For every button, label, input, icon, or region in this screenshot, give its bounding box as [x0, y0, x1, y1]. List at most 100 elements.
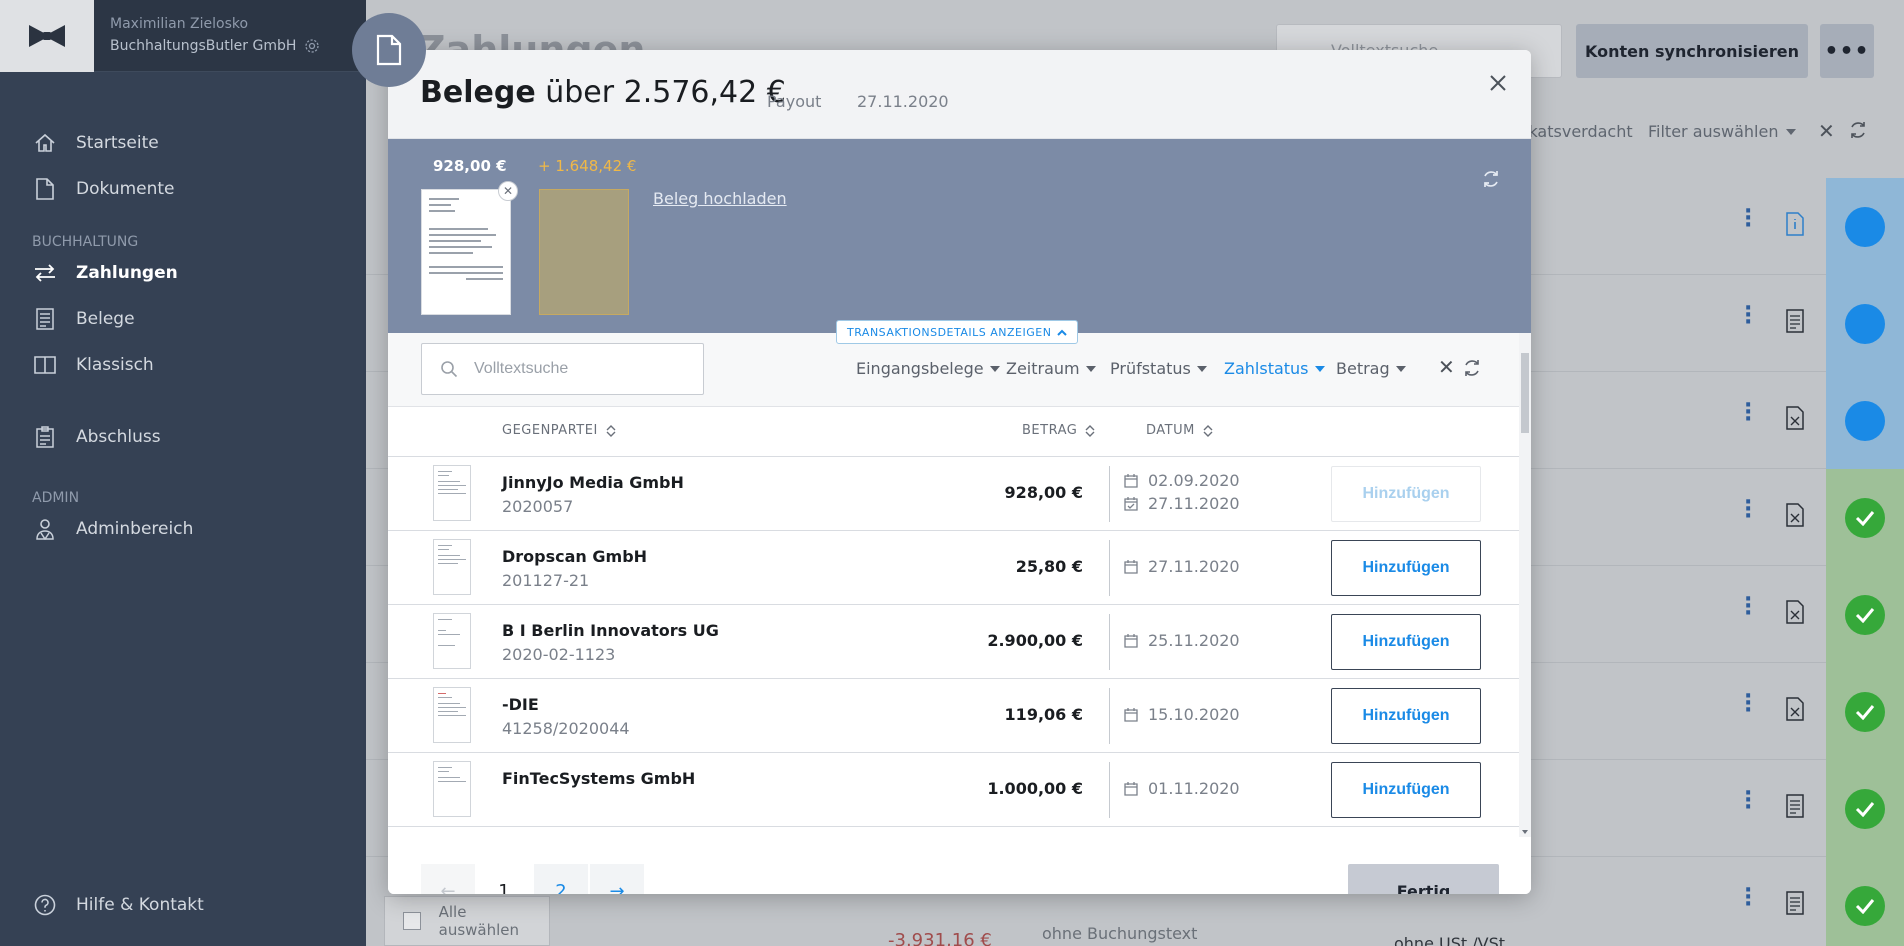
- page-2[interactable]: 2: [534, 864, 588, 894]
- search-input[interactable]: [474, 360, 674, 378]
- column-label: DATUM: [1146, 423, 1195, 438]
- row-menu-icon[interactable]: · · ·: [1744, 686, 1752, 722]
- prev-page-button[interactable]: ←: [421, 864, 475, 894]
- receipt-icon[interactable]: [1786, 309, 1804, 333]
- divider: [1109, 466, 1110, 522]
- sidebar-item-abschluss[interactable]: Abschluss: [0, 414, 366, 460]
- gear-icon[interactable]: [304, 38, 320, 54]
- transaction-details-toggle[interactable]: TRANSAKTIONSDETAILS ANZEIGEN: [836, 320, 1079, 344]
- filter-duplicate-suspicion[interactable]: ikatsverdacht: [1524, 122, 1633, 141]
- document-missing-icon[interactable]: [1786, 503, 1804, 527]
- sidebar-item-belege[interactable]: Belege: [0, 296, 366, 342]
- scrollbar[interactable]: [1519, 333, 1531, 837]
- calendar-check-icon: [1124, 496, 1138, 511]
- row-menu-icon[interactable]: · · ·: [1744, 201, 1752, 237]
- document-fab-button[interactable]: [352, 13, 426, 87]
- document-icon: [376, 34, 402, 66]
- search-input-box[interactable]: [421, 343, 704, 395]
- table-row[interactable]: B I Berlin Innovators UG 2020-02-1123 2.…: [388, 605, 1519, 679]
- add-receipt-button[interactable]: Hinzufügen: [1331, 762, 1481, 818]
- document-missing-icon[interactable]: [1786, 406, 1804, 430]
- table-row[interactable]: -DIE 41258/2020044 119,06 € 15.10.2020 H…: [388, 679, 1519, 753]
- row-menu-icon[interactable]: · · ·: [1744, 492, 1752, 528]
- row-menu-icon[interactable]: · · ·: [1744, 395, 1752, 431]
- receipt-thumbnail[interactable]: [433, 539, 471, 595]
- date-text: 01.11.2020: [1148, 779, 1240, 798]
- status-cell: [1826, 275, 1904, 372]
- scroll-down-icon[interactable]: [1522, 830, 1528, 834]
- checkmark-icon: [1845, 788, 1885, 829]
- row-menu-icon[interactable]: · · ·: [1744, 880, 1752, 916]
- refresh-icon[interactable]: [1462, 358, 1482, 378]
- checkbox[interactable]: [403, 912, 421, 930]
- document-missing-icon[interactable]: [1786, 697, 1804, 721]
- receipt-thumbnail[interactable]: [433, 465, 471, 521]
- receipt-thumbnail[interactable]: [433, 613, 471, 669]
- receipt-date: 25.11.2020: [1124, 631, 1240, 650]
- page-1[interactable]: 1: [477, 864, 531, 895]
- select-all-checkbox[interactable]: Alle auswählen: [384, 896, 550, 946]
- close-icon[interactable]: [1483, 68, 1513, 98]
- column-counterparty[interactable]: GEGENPARTEI: [502, 423, 616, 438]
- table-row[interactable]: FinTecSystems GmbH 1.000,00 € 01.11.2020…: [388, 753, 1519, 827]
- bowtie-logo-icon[interactable]: [0, 0, 94, 72]
- filter-label: Zeitraum: [1006, 359, 1080, 378]
- more-options-button[interactable]: •••: [1820, 24, 1874, 78]
- divider: [1109, 688, 1110, 744]
- row-menu-icon[interactable]: · · ·: [1744, 298, 1752, 334]
- receipt-thumbnail[interactable]: [433, 761, 471, 817]
- table-row[interactable]: Dropscan GmbH 201127-21 25,80 € 27.11.20…: [388, 531, 1519, 605]
- clear-filter-icon[interactable]: ✕: [1818, 119, 1835, 143]
- receipt-date: 15.10.2020: [1124, 705, 1240, 724]
- filter-eingangsbelege[interactable]: Eingangsbelege: [856, 359, 1000, 378]
- upload-receipt-link[interactable]: Beleg hochladen: [653, 189, 787, 208]
- company-name: BuchhaltungsButler GmbH: [110, 38, 297, 54]
- sidebar-item-zahlungen[interactable]: Zahlungen: [0, 250, 366, 296]
- column-amount[interactable]: BETRAG: [1022, 423, 1095, 438]
- add-receipt-button[interactable]: Hinzufügen: [1331, 466, 1481, 522]
- clear-filters-icon[interactable]: ✕: [1438, 355, 1455, 379]
- sidebar-item-dokumente[interactable]: Dokumente: [0, 166, 366, 212]
- filter-betrag[interactable]: Betrag: [1336, 359, 1406, 378]
- sidebar-item-klassisch[interactable]: Klassisch: [0, 342, 366, 388]
- sidebar-item-startseite[interactable]: Startseite: [0, 120, 366, 166]
- document-missing-icon[interactable]: [1786, 600, 1804, 624]
- filter-zeitraum[interactable]: Zeitraum: [1006, 359, 1096, 378]
- receipt-icon[interactable]: [1786, 891, 1804, 915]
- checkmark-icon: [1845, 885, 1885, 926]
- receipt-date: 01.11.2020: [1124, 779, 1240, 798]
- done-button[interactable]: Fertig: [1348, 864, 1499, 894]
- next-page-button[interactable]: →: [590, 864, 644, 894]
- transaction-date: 27.11.2020: [857, 92, 949, 111]
- sidebar-item-adminbereich[interactable]: Adminbereich: [0, 506, 366, 552]
- add-receipt-button[interactable]: Hinzufügen: [1331, 688, 1481, 744]
- counterparty-name: Dropscan GmbH: [502, 547, 648, 566]
- sidebar-item-label: Klassisch: [76, 355, 154, 375]
- filter-pruefstatus[interactable]: Prüfstatus: [1110, 359, 1207, 378]
- arrow-left-icon: ←: [440, 880, 456, 895]
- row-menu-icon[interactable]: · · ·: [1744, 783, 1752, 819]
- column-date[interactable]: DATUM: [1146, 423, 1213, 438]
- row-menu-icon[interactable]: · · ·: [1744, 589, 1752, 625]
- refresh-icon[interactable]: [1848, 120, 1868, 140]
- document-info-icon[interactable]: [1786, 212, 1804, 236]
- sidebar-header: Maximilian Zielosko BuchhaltungsButler G…: [0, 0, 366, 72]
- add-receipt-button[interactable]: Hinzufügen: [1331, 614, 1481, 670]
- add-receipt-button[interactable]: Hinzufügen: [1331, 540, 1481, 596]
- sync-accounts-button[interactable]: Konten synchronisieren: [1576, 24, 1808, 78]
- refresh-icon[interactable]: [1481, 169, 1501, 189]
- sidebar-item-help[interactable]: Hilfe & Kontakt: [0, 882, 204, 928]
- scrollbar-thumb[interactable]: [1521, 353, 1529, 433]
- checkmark-icon: [1845, 691, 1885, 732]
- receipt-placeholder[interactable]: [539, 189, 629, 315]
- company-switcher[interactable]: BuchhaltungsButler GmbH: [110, 38, 320, 54]
- receipt-thumbnail[interactable]: [421, 189, 511, 315]
- receipt-icon[interactable]: [1786, 794, 1804, 818]
- receipt-number: 2020-02-1123: [502, 645, 616, 664]
- filter-zahlstatus[interactable]: Zahlstatus: [1224, 359, 1325, 378]
- receipt-thumbnail[interactable]: [433, 687, 471, 743]
- remove-receipt-icon[interactable]: ✕: [498, 181, 518, 201]
- status-cell: [1826, 469, 1904, 566]
- filter-select-dropdown[interactable]: Filter auswählen: [1648, 122, 1797, 141]
- table-row[interactable]: JinnyJo Media GmbH 2020057 928,00 € 02.0…: [388, 457, 1519, 531]
